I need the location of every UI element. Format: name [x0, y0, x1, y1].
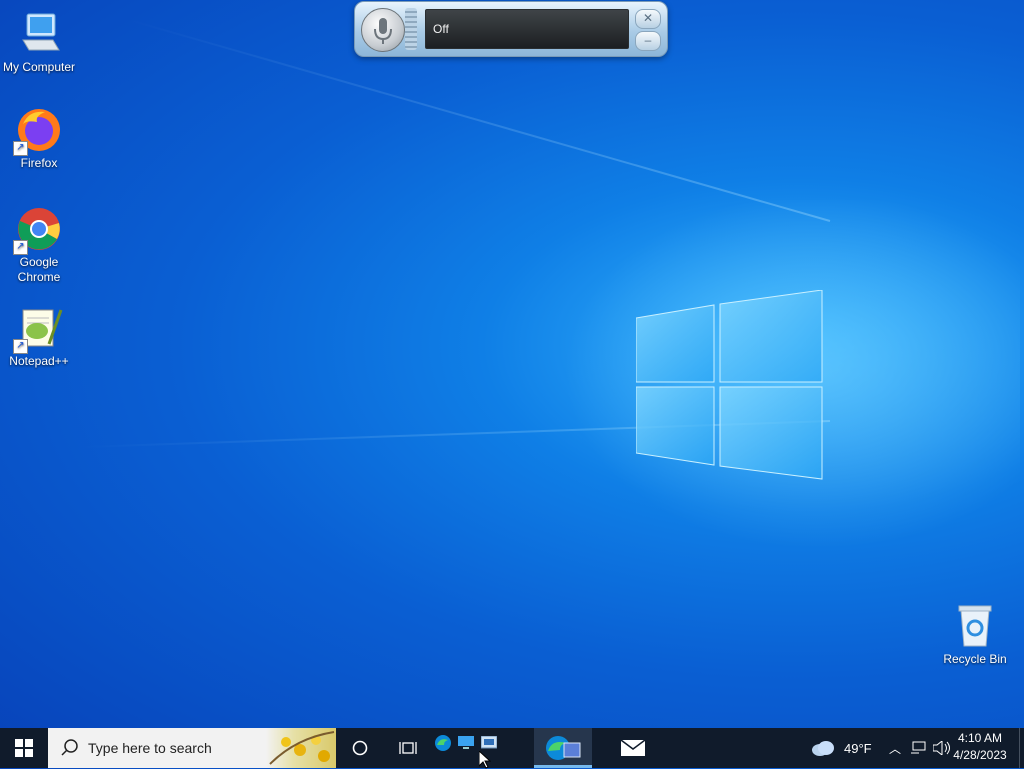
cortana-button[interactable] — [344, 728, 376, 768]
search-icon — [61, 739, 78, 756]
desktop-icon-label: My Computer — [2, 60, 76, 74]
desktop-icon-recycle-bin[interactable]: Recycle Bin — [935, 602, 1015, 667]
clock-time: 4:10 AM — [957, 731, 1003, 745]
clock-date: 4/28/2023 — [953, 748, 1007, 762]
start-button[interactable] — [0, 728, 48, 768]
task-view-button[interactable] — [392, 728, 424, 768]
mail-taskbar-button[interactable] — [616, 728, 650, 768]
weather-temp: 49°F — [844, 740, 872, 756]
computer-icon — [15, 10, 63, 58]
clock[interactable]: 4:10 AM 4/28/2023 — [950, 730, 1010, 764]
taskbar: Type here to search 49°F ︿ 4:10 AM 4/28/… — [0, 728, 1024, 768]
shortcut-arrow-icon: ↗ — [13, 339, 28, 354]
speech-recognition-bar[interactable]: Off ✕ – — [354, 1, 668, 57]
audio-level-meter — [405, 8, 417, 50]
minimize-button[interactable]: – — [635, 31, 661, 51]
desktop-icon-firefox[interactable]: ↗ Firefox — [0, 106, 79, 171]
network-icon — [911, 741, 926, 754]
search-placeholder: Type here to search — [88, 740, 212, 756]
microphone-button[interactable] — [361, 8, 405, 52]
edge-active-taskbar-button[interactable] — [540, 728, 586, 768]
edge-icon — [435, 735, 451, 751]
recycle-bin-icon — [951, 602, 999, 650]
network-button[interactable] — [908, 728, 928, 768]
desktop-icon-notepadpp[interactable]: ↗ Notepad++ — [0, 304, 79, 369]
speech-status-display: Off — [425, 9, 629, 49]
monitor-icon — [458, 736, 474, 749]
speaker-icon — [933, 741, 950, 755]
desktop-icon-label: Google Chrome — [17, 255, 61, 284]
remote-desktop-icon — [481, 736, 497, 749]
mail-icon — [621, 740, 645, 756]
desktop-icon-label: Firefox — [20, 156, 58, 170]
desktop-icon-chrome[interactable]: ↗ Google Chrome — [0, 205, 79, 285]
cloud-icon — [812, 741, 834, 756]
shortcut-arrow-icon: ↗ — [13, 240, 28, 255]
chrome-icon: ↗ — [13, 205, 63, 255]
volume-button[interactable] — [932, 728, 952, 768]
desktop-icon-label: Notepad++ — [9, 354, 69, 368]
weather-widget[interactable]: 49°F — [810, 728, 872, 768]
firefox-icon: ↗ — [13, 106, 63, 156]
mouse-cursor-icon — [479, 751, 491, 769]
task-view-icon — [399, 742, 417, 754]
close-button[interactable]: ✕ — [635, 9, 661, 29]
remote-desktop-button[interactable] — [456, 728, 476, 758]
chevron-up-icon: ︿ — [888, 741, 901, 756]
show-desktop-button[interactable] — [1019, 728, 1024, 768]
edge-taskbar-button[interactable] — [432, 728, 454, 758]
minimize-icon: – — [644, 33, 652, 47]
search-highlight-art — [266, 728, 336, 768]
speech-status-text: Off — [433, 22, 449, 36]
windows-logo — [636, 290, 823, 480]
search-box[interactable]: Type here to search — [48, 728, 336, 768]
microphone-icon — [374, 18, 392, 44]
edge-app-icon — [546, 736, 581, 760]
cortana-icon — [352, 740, 368, 756]
notepadpp-icon: ↗ — [13, 304, 63, 354]
close-icon: ✕ — [642, 11, 654, 25]
shortcut-arrow-icon: ↗ — [13, 141, 28, 156]
windows-start-icon — [15, 739, 33, 757]
desktop-icon-label: Recycle Bin — [943, 652, 1007, 666]
show-hidden-icons-button[interactable]: ︿ — [886, 728, 904, 768]
desktop-icon-my-computer[interactable]: My Computer — [0, 10, 79, 75]
